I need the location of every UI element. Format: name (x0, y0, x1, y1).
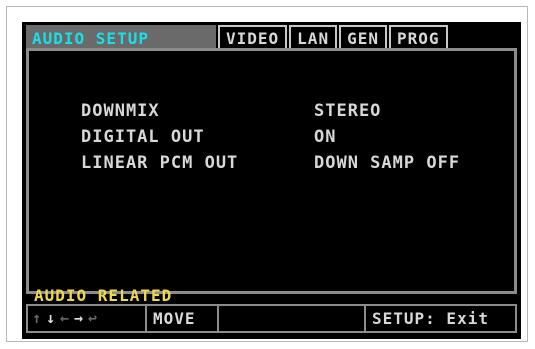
navigation-arrows: ↑ ↓ ← → ↩ (28, 306, 147, 331)
left-arrow-icon: ← (59, 309, 71, 327)
up-arrow-icon: ↑ (31, 309, 43, 327)
setting-value[interactable]: STEREO (314, 101, 381, 121)
down-arrow-icon: ↓ (45, 309, 57, 327)
setting-value[interactable]: ON (314, 127, 336, 147)
tab-video[interactable]: VIDEO (218, 25, 288, 48)
setting-label: LINEAR PCM OUT (81, 153, 239, 173)
setting-value[interactable]: DOWN SAMP OFF (314, 153, 460, 173)
tab-prog[interactable]: PROG (388, 25, 448, 48)
right-arrow-icon: → (73, 309, 85, 327)
move-hint: MOVE (147, 306, 219, 331)
setting-linear-pcm-out[interactable]: LINEAR PCM OUT DOWN SAMP OFF (81, 153, 501, 175)
tab-gen[interactable]: GEN (339, 25, 387, 48)
tab-audio-setup[interactable]: AUDIO SETUP (26, 25, 216, 48)
setting-label: DOWNMIX (81, 101, 160, 121)
status-bar: ↑ ↓ ← → ↩ MOVE SETUP: Exit (26, 304, 517, 333)
return-icon: ↩ (87, 309, 99, 327)
setting-label: DIGITAL OUT (81, 127, 205, 147)
setting-downmix[interactable]: DOWNMIX STEREO (81, 101, 501, 123)
settings-panel: DOWNMIX STEREO DIGITAL OUT ON LINEAR PCM… (26, 48, 517, 294)
tab-strip: AUDIO SETUP VIDEO LAN GEN PROG (26, 25, 450, 48)
setup-menu: AUDIO SETUP VIDEO LAN GEN PROG DOWNMIX S… (22, 22, 521, 339)
tab-lan[interactable]: LAN (289, 25, 338, 48)
setting-digital-out[interactable]: DIGITAL OUT ON (81, 127, 501, 149)
setup-exit-hint: SETUP: Exit (364, 306, 515, 331)
section-hint: AUDIO RELATED (34, 286, 173, 305)
